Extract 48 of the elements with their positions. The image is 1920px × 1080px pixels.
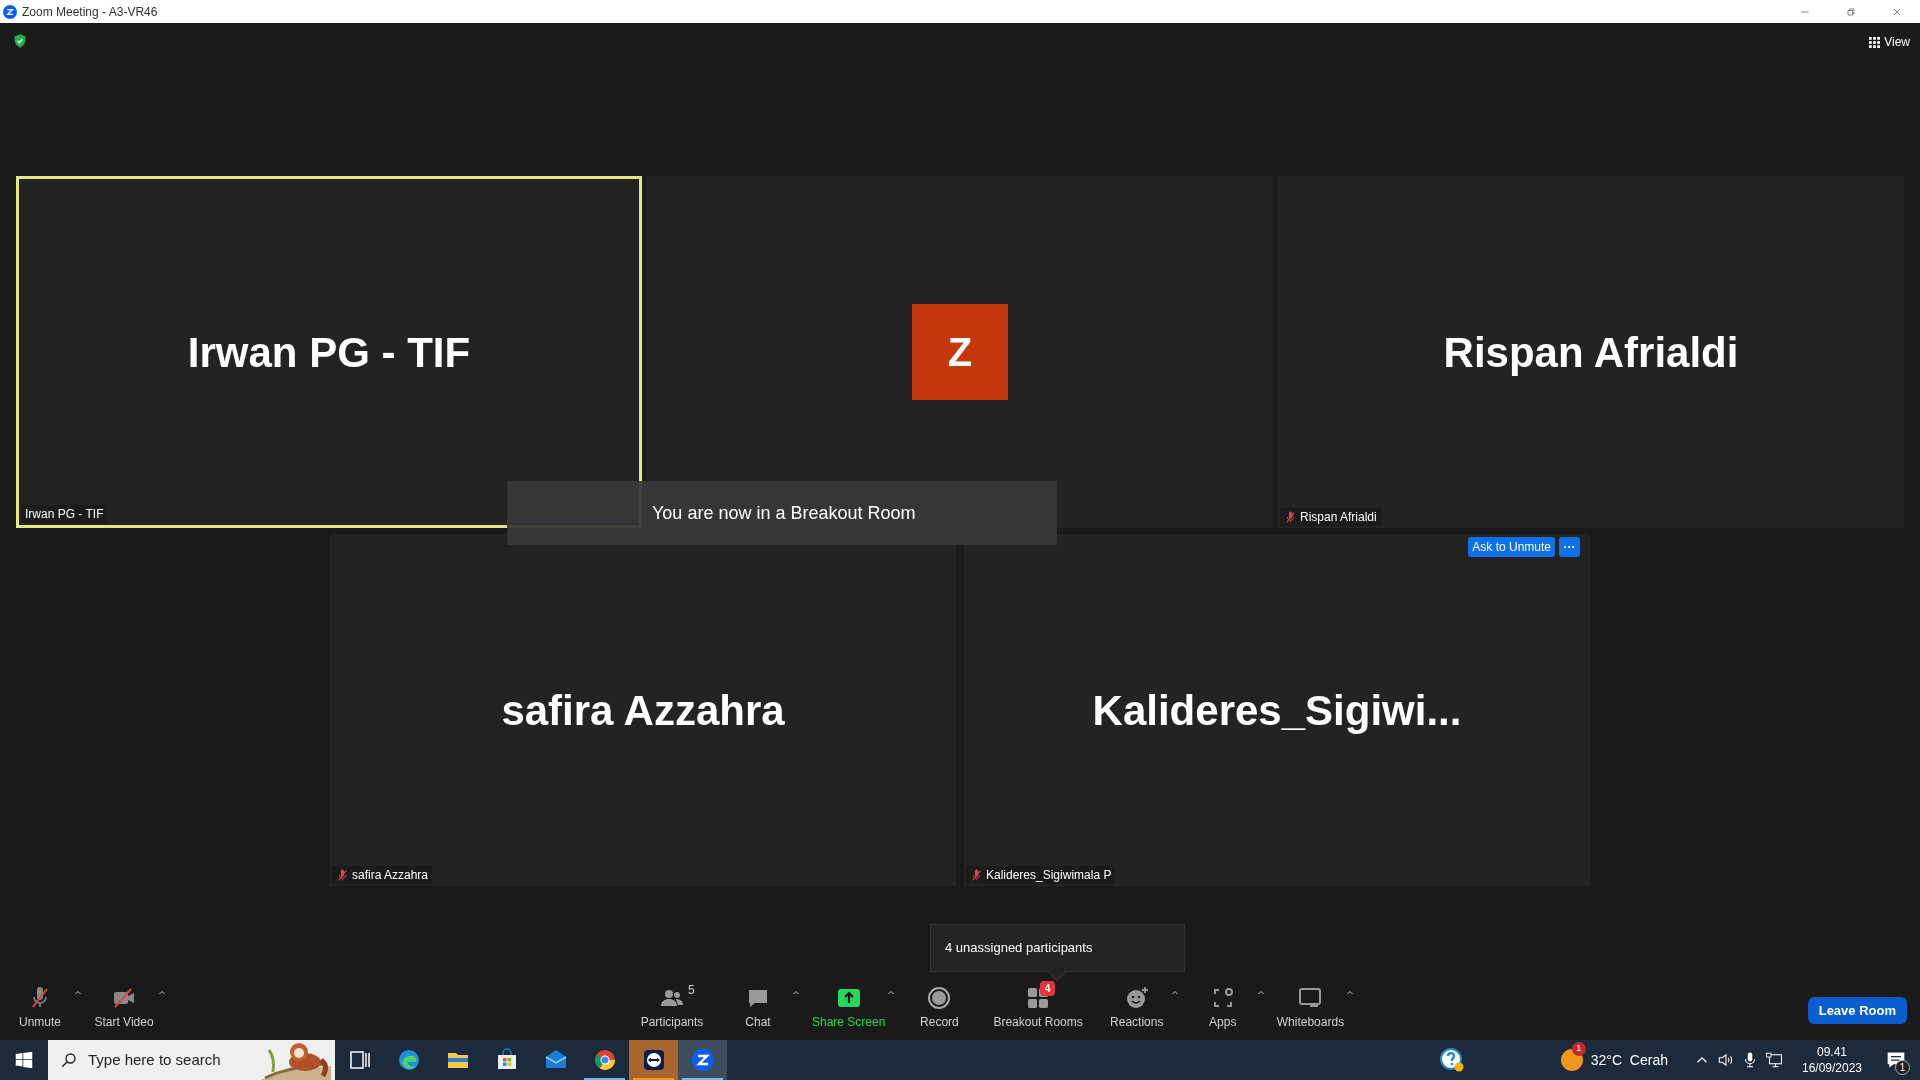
task-view-icon [347,1048,372,1072]
view-button[interactable]: View [1865,31,1914,53]
weather-widget[interactable]: 1 32°C Cerah [1558,1040,1670,1080]
notifications-button[interactable]: 1 [1876,1040,1916,1080]
search-bar[interactable]: Type here to search [48,1040,335,1080]
share-screen-button[interactable]: Share Screen [804,984,894,1031]
taskbar-app-button[interactable] [629,1040,678,1080]
notification-badge: 1 [1571,1042,1586,1056]
participant-name: Kalideres_Sigiwi... [1092,685,1462,736]
chat-button[interactable]: Chat [718,984,798,1031]
whiteboards-button[interactable]: Whiteboards [1268,984,1353,1031]
video-button[interactable]: Start Video [84,984,164,1031]
apps-button[interactable]: Apps [1182,984,1263,1031]
help-icon [1439,1048,1464,1072]
tooltip-text: 4 unassigned participants [945,939,1093,958]
app-logo-icon [690,1048,715,1072]
grid-icon [1869,36,1881,48]
clock[interactable]: 09.41 16/09/2023 [1794,1044,1870,1076]
whiteboard-icon [1298,985,1323,1010]
app-logo-icon [3,4,17,19]
browser-icon [592,1048,617,1072]
audio-button[interactable]: Unmute [0,984,80,1031]
search-field[interactable]: Type here to search [88,1048,258,1072]
leave-room-button[interactable]: Leave Room [1807,997,1907,1024]
network-icon [1765,1051,1783,1069]
windows-icon [15,1051,33,1069]
record-button[interactable]: Record [899,984,980,1031]
window-title: Zoom Meeting - A3-VR46 [22,3,158,21]
participant-name: Irwan PG - TIF [187,327,471,378]
restore-icon [1845,5,1857,18]
toast-message: You are now in a Breakout Room [652,501,916,525]
breakout-button[interactable]: 4 Breakout Rooms [985,984,1091,1031]
participants-button[interactable]: 5 Participants [632,984,712,1031]
avatar: Z [912,304,1008,400]
participant-name: Rispan Afrialdi [1443,327,1739,378]
swirl-browser-icon [396,1048,421,1072]
reactions-button[interactable]: Reactions [1096,984,1177,1031]
smiley-icon [1124,985,1149,1010]
weather-text: 32°C Cerah [1590,1050,1668,1070]
participant-name: safira Azzahra [501,685,785,736]
shield-icon[interactable] [12,33,28,49]
sun-icon [1560,1049,1583,1071]
more-button[interactable]: ··· [1559,537,1580,557]
search-icon [60,1051,78,1069]
ask-to-unmute-button[interactable]: Ask to Unmute [1468,537,1555,557]
taskbar-app-button[interactable] [678,1040,727,1080]
record-icon [927,985,952,1010]
speaker-icon [1717,1051,1735,1069]
